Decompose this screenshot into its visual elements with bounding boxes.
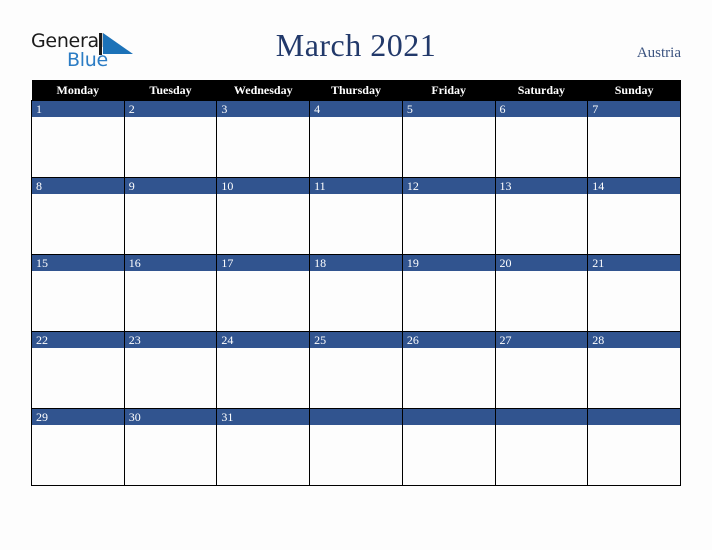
day-cell[interactable]: 10 [216,177,311,255]
day-cell[interactable]: 31 [216,408,311,486]
day-number: 27 [499,333,512,347]
day-number-bar [402,409,495,425]
day-cell[interactable]: 11 [309,177,403,255]
day-number-bar [310,101,402,117]
day-number: 28 [592,333,605,347]
day-number-bar [32,178,124,194]
day-number: 12 [406,179,419,193]
day-cell[interactable]: 3 [216,100,311,178]
day-cell[interactable]: 4 [309,100,403,178]
weekday-header-thursday: Thursday [309,80,403,101]
day-number-bar [588,409,680,425]
day-cell[interactable]: 16 [123,254,218,332]
page-header: General Blue March 2021 Austria [0,0,712,80]
day-cell[interactable]: 15 [31,254,125,332]
day-cell[interactable]: 30 [123,408,218,486]
calendar-week-row: 29 30 31 [31,408,681,486]
day-cell-empty[interactable] [494,408,589,486]
day-cell-empty[interactable] [587,408,681,486]
day-cell[interactable]: 21 [587,254,681,332]
day-number-bar [124,101,217,117]
day-cell[interactable]: 27 [494,331,589,409]
country-label: Austria [636,45,681,61]
calendar-body: 1 2 3 4 5 6 7 8 9 10 11 12 13 14 15 16 1… [31,100,681,486]
day-cell[interactable]: 25 [309,331,403,409]
day-cell[interactable]: 8 [31,177,125,255]
calendar-grid: Monday Tuesday Wednesday Thursday Friday… [31,80,681,486]
day-number-bar [32,101,124,117]
weekday-header-saturday: Saturday [495,80,588,101]
day-number: 19 [406,256,419,270]
weekday-header-wednesday: Wednesday [216,80,310,101]
day-cell[interactable]: 1 [31,100,125,178]
weekday-header-sunday: Sunday [587,80,681,101]
day-number: 2 [128,102,135,116]
day-number-bar [217,101,310,117]
day-cell[interactable]: 6 [494,100,589,178]
day-cell[interactable]: 12 [401,177,496,255]
day-cell[interactable]: 5 [401,100,496,178]
day-number: 29 [36,410,48,424]
day-cell[interactable]: 26 [401,331,496,409]
day-number: 10 [221,179,234,193]
day-number: 30 [128,410,141,424]
day-number: 22 [36,333,48,347]
day-number: 14 [592,179,605,193]
day-number: 4 [314,102,321,116]
day-cell[interactable]: 29 [31,408,125,486]
day-number: 7 [592,102,599,116]
weekday-header-friday: Friday [402,80,496,101]
day-number: 6 [499,102,506,116]
day-number: 15 [36,256,48,270]
day-number-bar [402,101,495,117]
weekday-header-tuesday: Tuesday [124,80,217,101]
day-number: 3 [221,102,228,116]
calendar-week-row: 8 9 10 11 12 13 14 [31,177,681,255]
day-cell-empty[interactable] [309,408,403,486]
day-cell[interactable]: 24 [216,331,311,409]
weekday-header-monday: Monday [31,80,125,101]
calendar-week-row: 15 16 17 18 19 20 21 [31,254,681,332]
day-number-bar [310,409,402,425]
calendar-page: General Blue March 2021 Austria Monday T… [0,0,712,550]
day-number: 25 [314,333,327,347]
day-number: 1 [36,102,42,116]
day-number: 31 [221,410,234,424]
day-number: 11 [314,179,326,193]
day-number-bar [495,101,588,117]
day-cell[interactable]: 20 [494,254,589,332]
day-cell[interactable]: 13 [494,177,589,255]
day-number: 24 [221,333,234,347]
day-cell-empty[interactable] [401,408,496,486]
day-number: 16 [128,256,141,270]
day-number-bar [495,409,588,425]
day-cell[interactable]: 28 [587,331,681,409]
day-number: 21 [592,256,605,270]
day-cell[interactable]: 19 [401,254,496,332]
page-title: March 2021 [275,27,437,63]
day-number: 13 [499,179,512,193]
day-cell[interactable]: 14 [587,177,681,255]
day-cell[interactable]: 9 [123,177,218,255]
day-cell[interactable]: 17 [216,254,311,332]
day-number: 20 [499,256,512,270]
day-cell[interactable]: 23 [123,331,218,409]
day-number: 8 [36,179,42,193]
day-number: 26 [406,333,419,347]
day-number: 23 [128,333,141,347]
calendar-table: Monday Tuesday Wednesday Thursday Friday… [31,80,681,486]
calendar-week-row: 22 23 24 25 26 27 28 [31,331,681,409]
day-cell[interactable]: 2 [123,100,218,178]
day-number: 5 [406,102,413,116]
day-number-bar [588,101,680,117]
calendar-week-row: 1 2 3 4 5 6 7 [31,100,681,178]
day-number: 9 [128,179,135,193]
day-cell[interactable]: 18 [309,254,403,332]
calendar-header-row: Monday Tuesday Wednesday Thursday Friday… [31,80,681,101]
day-number: 17 [221,256,234,270]
day-cell[interactable]: 7 [587,100,681,178]
day-number-bar [124,178,217,194]
day-number: 18 [314,256,327,270]
day-cell[interactable]: 22 [31,331,125,409]
